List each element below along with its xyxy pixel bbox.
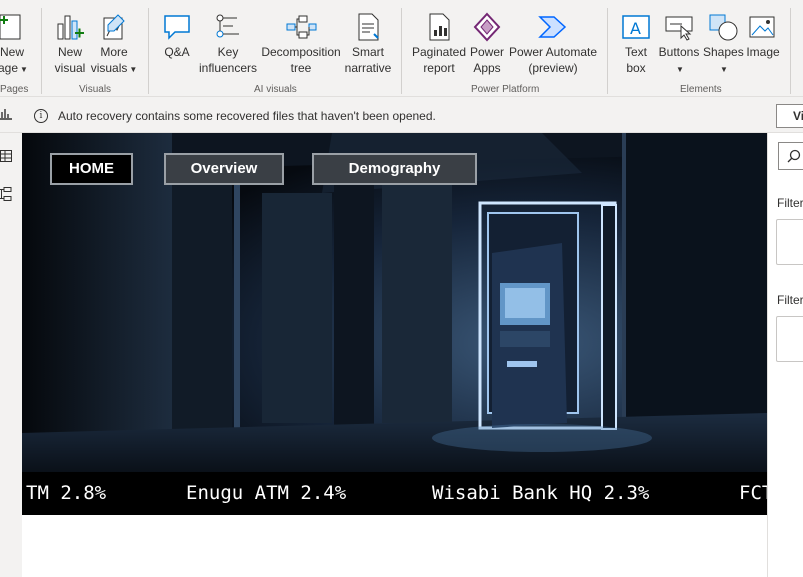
new-visual-icon xyxy=(57,15,84,40)
filter-label: Filter xyxy=(777,293,803,307)
power-automate-button[interactable]: Power Automate (preview) xyxy=(508,12,598,76)
view-recovered-files-button[interactable]: Vi xyxy=(776,104,803,128)
filter-drop-zone[interactable] xyxy=(776,219,803,265)
power-apps-button[interactable]: Power Apps xyxy=(469,12,505,76)
paginated-report-button[interactable]: Paginated report xyxy=(411,12,467,76)
decomposition-tree-icon xyxy=(286,15,317,39)
ticker-item: Enugu ATM 2.4% xyxy=(186,482,347,504)
chevron-down-icon: ▼ xyxy=(676,65,684,74)
group-label-ai-visuals: AI visuals xyxy=(254,84,297,95)
ticker-item: FCT xyxy=(739,482,767,504)
smart-narrative-button[interactable]: Smart narrative xyxy=(344,12,392,76)
decomposition-tree-button[interactable]: Decomposition tree xyxy=(260,12,342,76)
image-button[interactable]: Image xyxy=(745,12,781,60)
buttons-button[interactable]: Buttons ▼ xyxy=(657,12,701,78)
model-view-icon[interactable] xyxy=(0,187,12,201)
power-automate-icon xyxy=(538,16,567,38)
svg-text:A: A xyxy=(630,19,641,38)
group-label-pages: Pages xyxy=(0,84,29,95)
group-label-elements: Elements xyxy=(680,84,722,95)
key-influencers-button[interactable]: Key influencers xyxy=(198,12,258,76)
home-nav-button[interactable]: HOME xyxy=(50,153,133,185)
report-view-icon[interactable] xyxy=(0,106,12,120)
info-icon: i xyxy=(34,109,48,123)
divider xyxy=(607,8,608,94)
shapes-button[interactable]: Shapes ▼ xyxy=(703,12,744,78)
scrolling-ticker: TM 2.8% Enugu ATM 2.4% Wisabi Bank HQ 2.… xyxy=(22,472,767,515)
filter-drop-zone[interactable] xyxy=(776,316,803,362)
more-visuals-icon xyxy=(103,14,125,40)
qa-button[interactable]: Q&A xyxy=(160,12,194,60)
power-apps-icon xyxy=(473,12,501,42)
smart-narrative-icon xyxy=(358,13,379,41)
ribbon: New age ▼ Pages New visual More visuals ▼ … xyxy=(0,0,803,97)
chevron-down-icon: ▼ xyxy=(129,65,138,74)
report-canvas: HOME Overview Demography TM 2.8% Enugu A… xyxy=(22,133,767,515)
shapes-icon xyxy=(709,14,738,41)
image-icon xyxy=(749,16,775,38)
filters-search-input[interactable] xyxy=(778,142,803,170)
new-page-button[interactable]: New age ▼ xyxy=(0,12,28,78)
divider xyxy=(790,8,791,94)
canvas-empty-area xyxy=(22,515,767,577)
divider xyxy=(41,8,42,94)
divider xyxy=(401,8,402,94)
qa-icon xyxy=(164,15,190,40)
chevron-down-icon: ▼ xyxy=(720,65,728,74)
demography-nav-button[interactable]: Demography xyxy=(312,153,477,185)
text-box-icon: A xyxy=(622,15,650,39)
more-visuals-button[interactable]: More visuals ▼ xyxy=(90,12,138,78)
buttons-icon xyxy=(665,16,693,41)
new-visual-button[interactable]: New visual xyxy=(52,12,88,76)
new-page-icon xyxy=(0,14,21,40)
filter-label: Filter xyxy=(777,196,803,210)
key-influencers-icon xyxy=(216,14,239,38)
text-box-button[interactable]: A Text box xyxy=(618,12,654,76)
ticker-item: TM 2.8% xyxy=(26,482,107,504)
group-label-visuals: Visuals xyxy=(79,84,112,95)
search-icon xyxy=(787,149,801,163)
ticker-item: Wisabi Bank HQ 2.3% xyxy=(432,482,650,504)
overview-nav-button[interactable]: Overview xyxy=(164,153,284,185)
chevron-down-icon: ▼ xyxy=(20,65,28,74)
atm-background-image xyxy=(22,133,767,515)
paginated-report-icon xyxy=(429,13,450,41)
table-view-icon[interactable] xyxy=(0,149,12,163)
divider xyxy=(148,8,149,94)
group-label-power-platform: Power Platform xyxy=(471,84,540,95)
auto-recovery-message: Auto recovery contains some recovered fi… xyxy=(58,109,436,123)
